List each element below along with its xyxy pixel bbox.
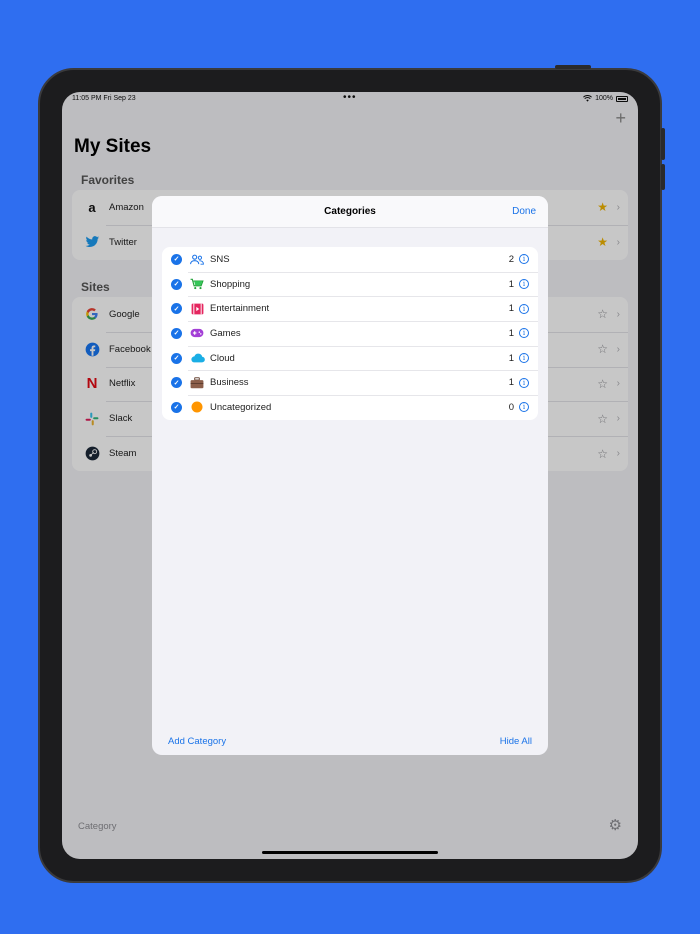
info-icon[interactable]: i: [519, 402, 529, 413]
cart-icon: [189, 277, 205, 291]
category-row-uncategorized[interactable]: ✓ Uncategorized 0 i: [162, 395, 538, 420]
category-count: 0: [508, 401, 514, 413]
category-label: Games: [210, 327, 241, 339]
category-count: 1: [508, 303, 514, 315]
checkmark-icon[interactable]: ✓: [171, 303, 182, 315]
categories-modal: Categories Done ✓ SNS 2 i ✓ Shopping 1 i…: [152, 196, 548, 755]
category-row-entertainment[interactable]: ✓ Entertainment 1 i: [162, 296, 538, 321]
modal-header: Categories Done: [152, 196, 548, 228]
checkmark-icon[interactable]: ✓: [171, 352, 182, 364]
category-count: 1: [508, 327, 514, 339]
info-icon[interactable]: i: [519, 254, 529, 265]
info-icon[interactable]: i: [519, 377, 529, 388]
modal-title: Categories: [324, 206, 376, 217]
film-icon: [189, 302, 205, 316]
checkmark-icon[interactable]: ✓: [171, 377, 182, 389]
info-icon[interactable]: i: [519, 353, 529, 364]
category-label: Cloud: [210, 352, 235, 364]
category-row-business[interactable]: ✓ Business 1 i: [162, 370, 538, 395]
info-icon[interactable]: i: [519, 328, 529, 339]
checkmark-icon[interactable]: ✓: [171, 327, 182, 339]
category-row-shopping[interactable]: ✓ Shopping 1 i: [162, 271, 538, 297]
category-count: 1: [508, 278, 514, 290]
info-icon[interactable]: i: [519, 303, 529, 314]
category-count: 2: [508, 253, 514, 265]
cloud-icon: [189, 351, 205, 365]
checkmark-icon[interactable]: ✓: [171, 253, 182, 265]
category-label: Business: [210, 377, 249, 389]
checkmark-icon[interactable]: ✓: [171, 401, 182, 413]
category-list: ✓ SNS 2 i ✓ Shopping 1 i ✓ Entertainment…: [162, 247, 538, 420]
category-label: SNS: [210, 253, 230, 265]
done-button[interactable]: Done: [512, 206, 536, 217]
hide-all-button[interactable]: Hide All: [500, 736, 532, 747]
category-count: 1: [508, 377, 514, 389]
people-icon: [189, 252, 205, 266]
home-indicator: [262, 851, 438, 854]
volume-down-button: [661, 164, 665, 190]
category-label: Uncategorized: [210, 401, 272, 413]
category-label: Entertainment: [210, 303, 270, 315]
info-icon[interactable]: i: [519, 279, 529, 290]
category-row-games[interactable]: ✓ Games 1 i: [162, 321, 538, 346]
briefcase-icon: [189, 376, 205, 390]
category-count: 1: [508, 352, 514, 364]
top-button: [555, 65, 591, 69]
add-category-button[interactable]: Add Category: [168, 736, 226, 747]
volume-up-button: [661, 128, 665, 160]
gamepad-icon: [189, 326, 205, 340]
category-row-cloud[interactable]: ✓ Cloud 1 i: [162, 345, 538, 371]
category-label: Shopping: [210, 278, 251, 290]
checkmark-icon[interactable]: ✓: [171, 278, 182, 290]
orange-circle-icon: [189, 400, 205, 414]
category-row-sns[interactable]: ✓ SNS 2 i: [162, 247, 538, 272]
